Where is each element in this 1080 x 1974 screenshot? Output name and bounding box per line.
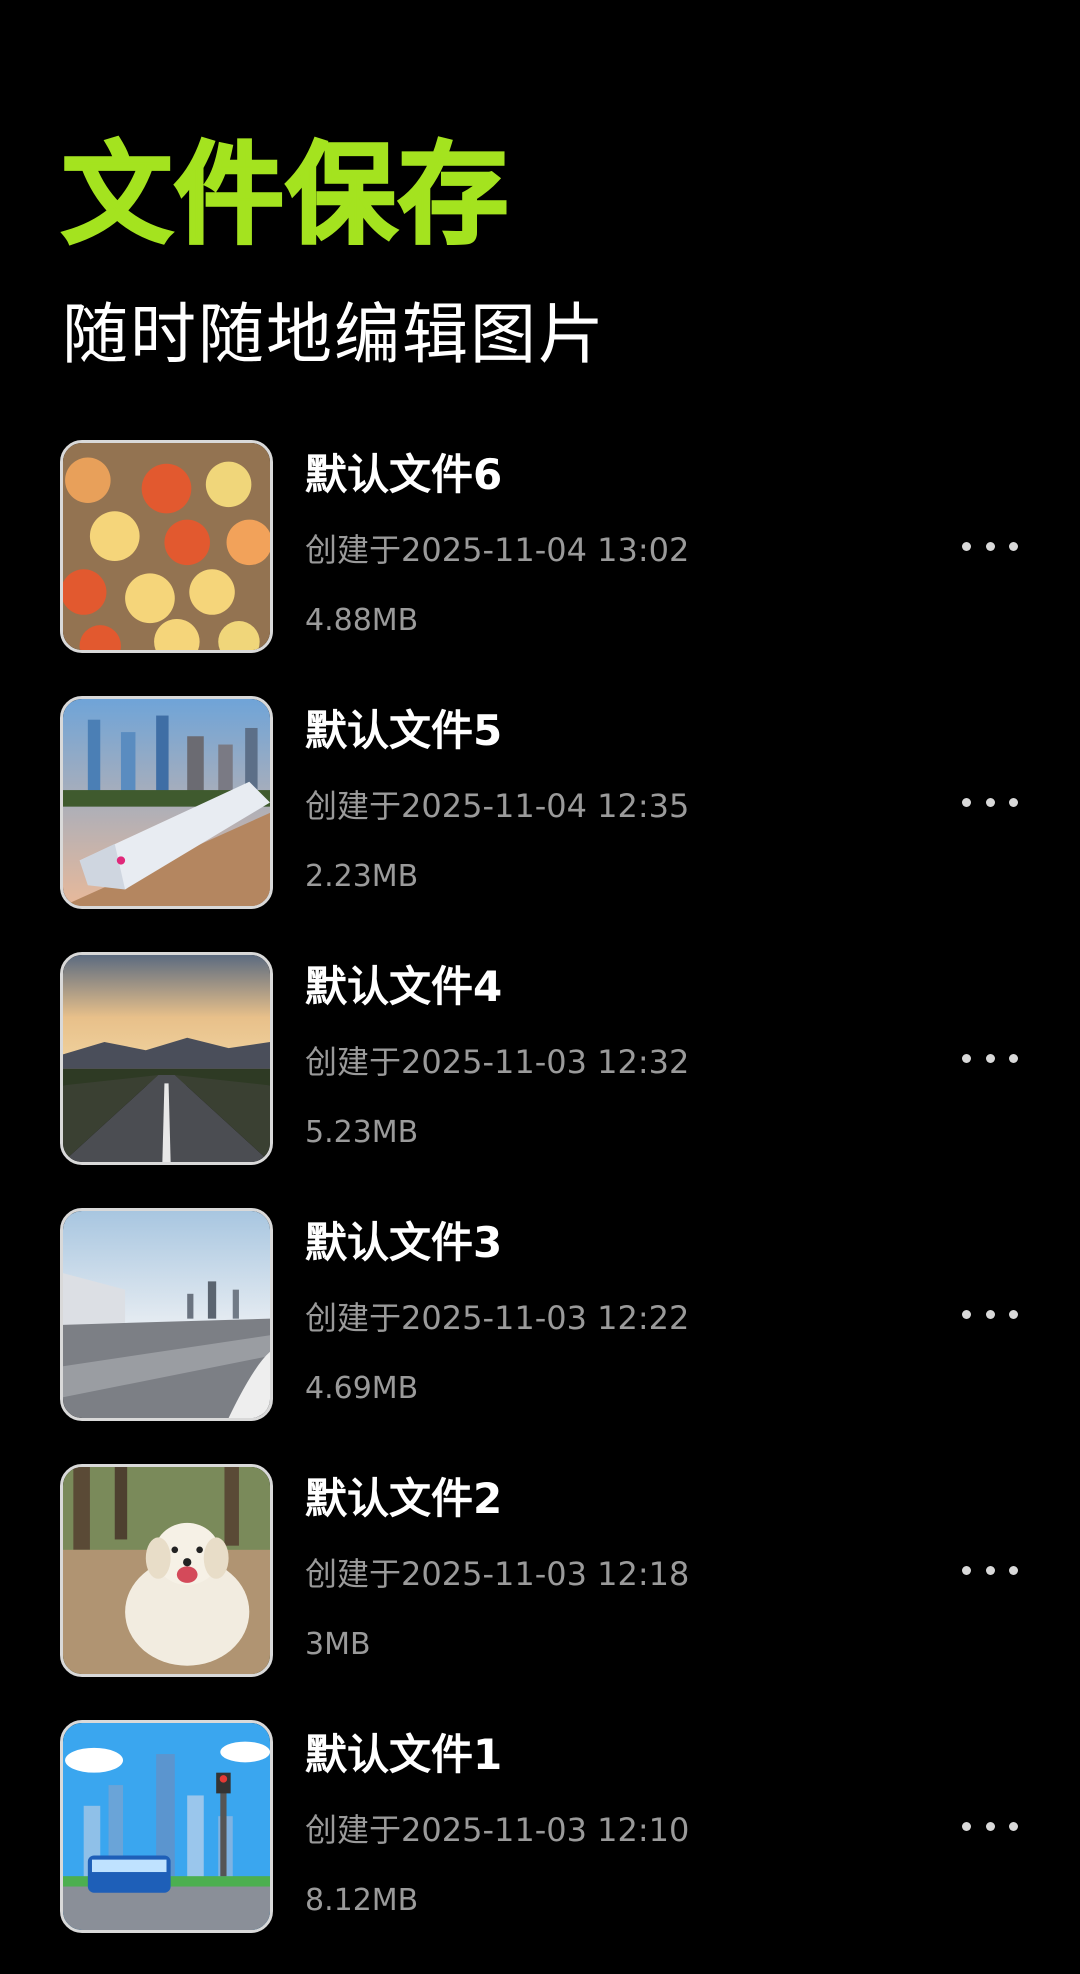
more-options-icon[interactable] [962,1550,1018,1590]
more-options-icon[interactable] [962,1294,1018,1334]
file-list-item[interactable]: 默认文件5 创建于2025-11-04 12:35 2.23MB [0,694,1080,950]
more-options-icon[interactable] [962,1038,1018,1078]
file-size: 4.69MB [305,1371,419,1406]
file-list-item[interactable]: 默认文件4 创建于2025-11-03 12:32 5.23MB [0,950,1080,1206]
file-name: 默认文件6 [305,450,503,499]
file-list-item[interactable]: 默认文件2 创建于2025-11-03 12:18 3MB [0,1462,1080,1718]
header: 文件保存 随时随地编辑图片 [61,131,606,373]
more-options-icon[interactable] [962,782,1018,822]
more-options-icon[interactable] [962,526,1018,566]
file-created-time: 创建于2025-11-04 13:02 [305,531,690,569]
file-created-time: 创建于2025-11-03 12:32 [305,1043,690,1081]
buttons-image[interactable] [60,440,273,653]
page-subtitle: 随时随地编辑图片 [62,296,606,373]
file-name: 默认文件2 [305,1474,503,1523]
bus-city-image[interactable] [60,1720,273,1933]
file-size: 5.23MB [305,1115,419,1150]
file-name: 默认文件5 [305,706,503,755]
train-city-image[interactable] [60,696,273,909]
file-name: 默认文件3 [305,1218,503,1267]
file-list-item[interactable]: 默认文件3 创建于2025-11-03 12:22 4.69MB [0,1206,1080,1462]
file-list-item[interactable]: 默认文件1 创建于2025-11-03 12:10 8.12MB [0,1718,1080,1974]
file-list: 默认文件6 创建于2025-11-04 13:02 4.88MB 默认文件5 创… [0,438,1080,1974]
file-created-time: 创建于2025-11-03 12:22 [305,1299,690,1337]
racetrack-image[interactable] [60,1208,273,1421]
road-sunset-image[interactable] [60,952,273,1165]
page-title: 文件保存 [61,131,510,259]
file-created-time: 创建于2025-11-03 12:10 [305,1811,690,1849]
more-options-icon[interactable] [962,1806,1018,1846]
file-created-time: 创建于2025-11-03 12:18 [305,1555,690,1593]
dog-image[interactable] [60,1464,273,1677]
file-name: 默认文件4 [305,962,503,1011]
file-list-item[interactable]: 默认文件6 创建于2025-11-04 13:02 4.88MB [0,438,1080,694]
file-name: 默认文件1 [305,1730,503,1779]
file-size: 3MB [305,1627,371,1662]
file-size: 2.23MB [305,859,419,894]
file-created-time: 创建于2025-11-04 12:35 [305,787,690,825]
file-size: 8.12MB [305,1883,419,1918]
file-size: 4.88MB [305,603,419,638]
